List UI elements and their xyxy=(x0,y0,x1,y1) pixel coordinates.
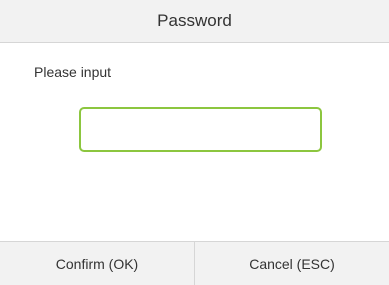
dialog-title: Password xyxy=(157,11,232,30)
button-bar: Confirm (OK) Cancel (ESC) xyxy=(0,241,389,285)
input-prompt-label: Please input xyxy=(34,64,112,80)
title-bar: Password xyxy=(0,0,389,43)
password-input[interactable] xyxy=(79,107,322,152)
cancel-button[interactable]: Cancel (ESC) xyxy=(194,242,389,285)
password-dialog: Password Please input Confirm (OK) Cance… xyxy=(0,0,389,285)
confirm-button[interactable]: Confirm (OK) xyxy=(0,242,194,285)
